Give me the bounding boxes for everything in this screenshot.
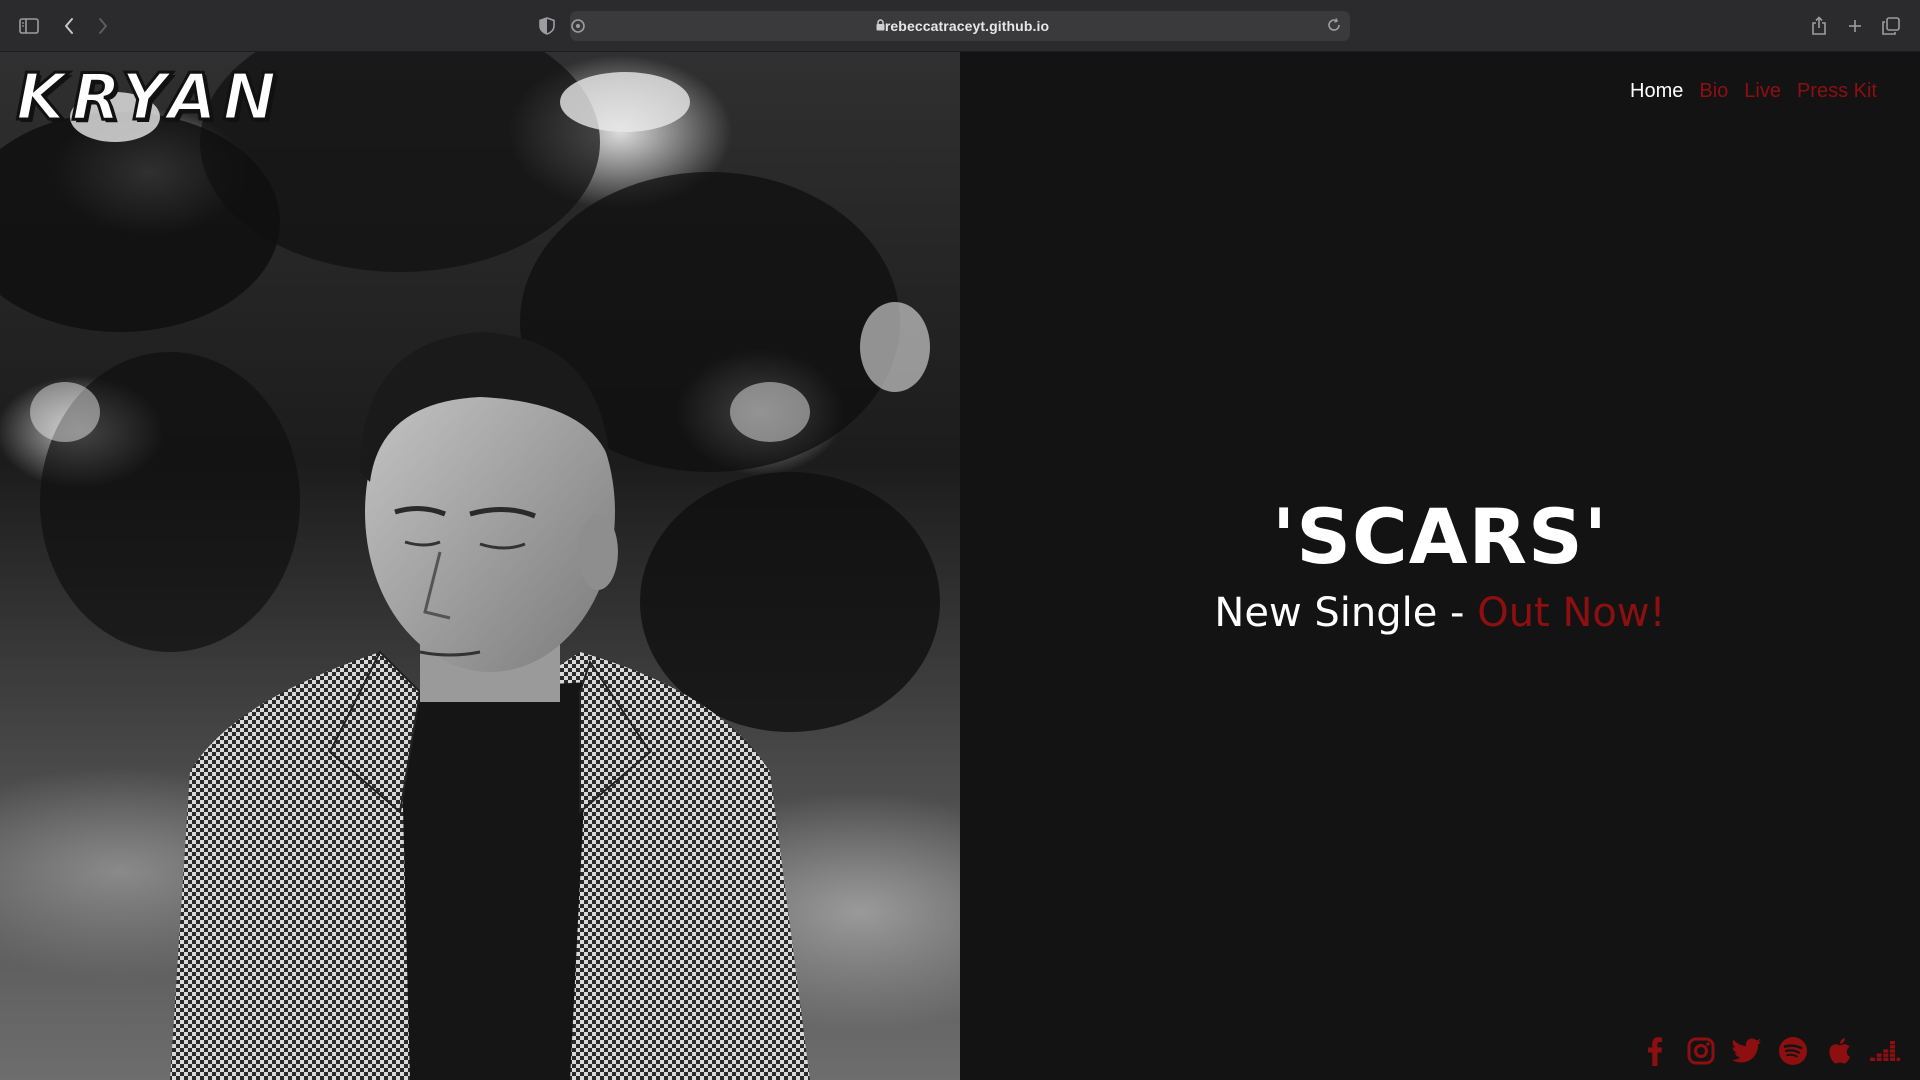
share-icon[interactable]: [1806, 13, 1832, 39]
apple-music-icon[interactable]: [1824, 1036, 1854, 1066]
spotify-icon[interactable]: [1778, 1036, 1808, 1066]
address-bar[interactable]: rebeccatraceyt.github.io: [570, 11, 1350, 41]
hero-subtitle-accent: Out Now!: [1477, 590, 1666, 636]
hero-subtitle-prefix: New Single -: [1214, 590, 1478, 636]
tabs-overview-icon[interactable]: [1878, 13, 1904, 39]
deezer-icon[interactable]: [1870, 1036, 1900, 1066]
twitter-icon[interactable]: [1732, 1036, 1762, 1066]
hero-title: 'SCARS': [1271, 492, 1609, 581]
hero-photo: KRYAN: [0, 52, 960, 1080]
forward-icon[interactable]: [90, 13, 116, 39]
website-page: KRYAN Home Bio Live Press Kit 'SCARS' Ne…: [0, 52, 1920, 1080]
new-tab-icon[interactable]: [1842, 13, 1868, 39]
hero-section: 'SCARS' New Single - Out Now!: [960, 52, 1920, 1080]
back-icon[interactable]: [56, 13, 82, 39]
reload-icon[interactable]: [1326, 17, 1342, 33]
sidebar-icon[interactable]: [16, 13, 42, 39]
lock-icon: [876, 19, 885, 31]
browser-toolbar: rebeccatraceyt.github.io: [0, 0, 1920, 52]
shield-icon[interactable]: [534, 13, 560, 39]
site-logo[interactable]: KRYAN: [14, 65, 282, 132]
hero-subtitle: New Single - Out Now!: [960, 590, 1920, 636]
url-text[interactable]: rebeccatraceyt.github.io: [885, 18, 1049, 34]
site-settings-icon[interactable]: [569, 17, 587, 35]
facebook-icon[interactable]: [1640, 1036, 1670, 1066]
instagram-icon[interactable]: [1686, 1036, 1716, 1066]
social-links: [1640, 1036, 1900, 1066]
